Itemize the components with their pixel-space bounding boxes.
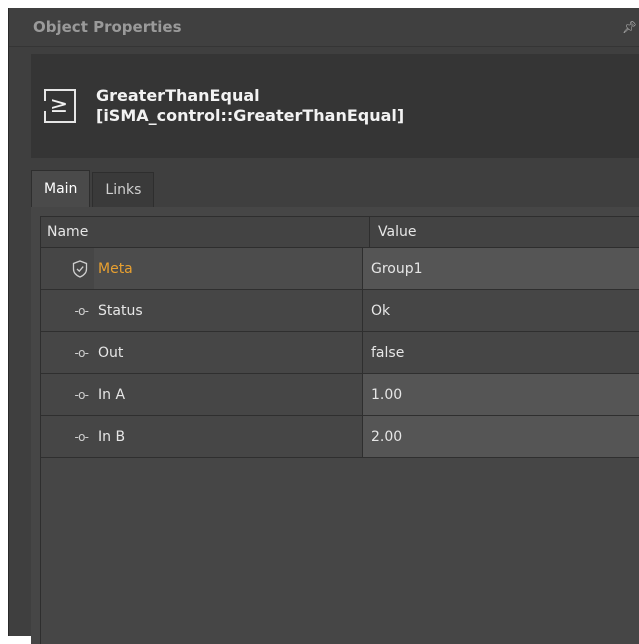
row-icon-cell: -o- <box>41 416 94 457</box>
slot-icon: -o- <box>74 387 89 402</box>
greater-than-equal-icon: ≥ <box>44 89 76 123</box>
properties-grid: Name Value Meta Group1 -o- Status Ok -o-… <box>40 216 639 644</box>
object-header: ≥ GreaterThanEqual [iSMA_control::Greate… <box>31 54 639 158</box>
pin-icon[interactable]: 📌︎ <box>622 20 637 34</box>
slot-icon: -o- <box>74 429 89 444</box>
row-value-status: Ok <box>371 302 391 319</box>
object-name: GreaterThanEqual <box>96 86 260 105</box>
table-row[interactable]: -o- Out false <box>41 332 639 374</box>
row-icon-cell: -o- <box>41 290 94 331</box>
object-type: [iSMA_control::GreaterThanEqual] <box>96 106 405 125</box>
row-value-in-b[interactable]: 2.00 <box>363 416 639 457</box>
table-row[interactable]: Meta Group1 <box>41 248 639 290</box>
tab-main[interactable]: Main <box>31 170 91 207</box>
row-icon-cell: -o- <box>41 374 94 415</box>
row-icon-cell <box>41 248 94 289</box>
row-value-in-a[interactable]: 1.00 <box>363 374 639 415</box>
object-header-text: GreaterThanEqual [iSMA_control::GreaterT… <box>96 86 404 126</box>
slot-icon: -o- <box>74 345 89 360</box>
column-header-name[interactable]: Name <box>41 217 370 247</box>
panel-title: Object Properties <box>33 18 182 36</box>
row-name-out: Out <box>94 332 363 373</box>
row-name-in-a: In A <box>94 374 363 415</box>
row-name-in-b: In B <box>94 416 363 457</box>
table-row[interactable]: -o- Status Ok <box>41 290 639 332</box>
column-header-value[interactable]: Value <box>370 217 639 247</box>
tab-bar: Main Links <box>31 170 156 207</box>
row-value-out: false <box>371 344 405 361</box>
table-row[interactable]: -o- In A 1.00 <box>41 374 639 416</box>
shield-icon <box>72 259 88 278</box>
panel-titlebar: Object Properties 📌︎ <box>9 8 639 47</box>
slot-icon: -o- <box>74 303 89 318</box>
tab-links[interactable]: Links <box>92 172 155 207</box>
object-properties-panel: Object Properties 📌︎ ≥ GreaterThanEqual … <box>8 8 639 644</box>
row-value-meta[interactable]: Group1 <box>363 248 639 289</box>
greater-than-equal-symbol: ≥ <box>49 93 69 118</box>
table-row[interactable]: -o- In B 2.00 <box>41 416 639 458</box>
row-icon-cell: -o- <box>41 332 94 373</box>
row-name-status: Status <box>94 290 363 331</box>
row-name-meta: Meta <box>94 248 363 289</box>
grid-header: Name Value <box>41 217 639 248</box>
properties-content: Name Value Meta Group1 -o- Status Ok -o-… <box>31 207 639 644</box>
